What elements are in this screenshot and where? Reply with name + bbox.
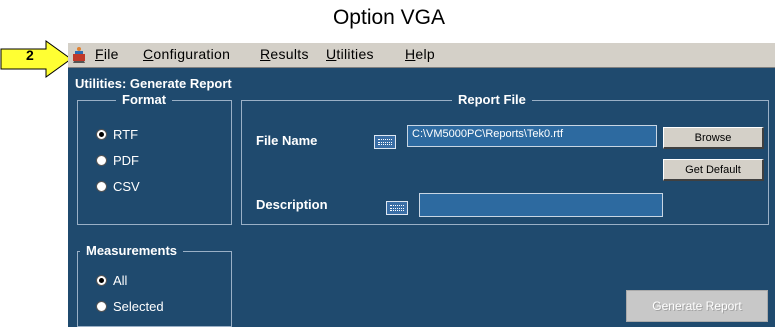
menu-results[interactable]: Results xyxy=(260,46,309,62)
format-option-rtf-label: RTF xyxy=(113,127,139,142)
panel-title: Utilities: Generate Report xyxy=(75,76,232,91)
menu-configuration[interactable]: Configuration xyxy=(143,46,230,62)
menu-utilities-mnemonic: U xyxy=(326,46,337,62)
measurements-option-all[interactable]: All xyxy=(96,273,127,288)
format-option-pdf[interactable]: PDF xyxy=(96,153,139,168)
menu-results-mnemonic: R xyxy=(260,46,271,62)
measurements-group-label: Measurements xyxy=(80,243,184,258)
radio-unchecked-icon xyxy=(96,155,107,166)
radio-checked-icon xyxy=(96,275,107,286)
format-option-csv[interactable]: CSV xyxy=(96,179,140,194)
menu-results-label: esults xyxy=(270,46,309,62)
description-input[interactable] xyxy=(419,193,663,217)
menu-file[interactable]: File xyxy=(95,46,119,62)
menu-configuration-label: onfiguration xyxy=(153,46,231,62)
browse-button[interactable]: Browse xyxy=(663,127,764,149)
file-name-input[interactable]: C:\VM5000PC\Reports\Tek0.rtf xyxy=(407,125,657,147)
figure-caption: Option VGA xyxy=(332,6,446,29)
format-group-label: Format xyxy=(116,92,173,107)
measurements-option-all-label: All xyxy=(113,273,128,288)
radio-unchecked-icon xyxy=(96,301,107,312)
report-file-group-label: Report File xyxy=(452,92,532,107)
format-group: Format RTF PDF CSV xyxy=(77,92,232,225)
format-option-csv-label: CSV xyxy=(113,179,140,194)
measurements-option-selected[interactable]: Selected xyxy=(96,299,164,314)
get-default-button[interactable]: Get Default xyxy=(663,159,764,181)
generate-report-button[interactable]: Generate Report xyxy=(626,290,768,322)
callout-arrow-icon xyxy=(0,40,72,78)
callout-number: 2 xyxy=(26,47,34,63)
menu-help-label: elp xyxy=(415,46,436,62)
file-name-label: File Name xyxy=(256,133,318,148)
radio-checked-icon xyxy=(96,129,107,140)
generate-report-panel: Utilities: Generate Report Format RTF PD… xyxy=(68,68,775,327)
menu-help-mnemonic: H xyxy=(405,46,416,62)
measurements-option-selected-label: Selected xyxy=(113,299,164,314)
menu-file-label: ile xyxy=(103,46,119,62)
format-option-rtf[interactable]: RTF xyxy=(96,127,138,142)
report-file-group: Report File File Name C:\VM5000PC\Report… xyxy=(241,92,769,225)
menu-help[interactable]: Help xyxy=(405,46,435,62)
format-option-pdf-label: PDF xyxy=(113,153,139,168)
menu-bar: File Configuration Results Utilities Hel… xyxy=(68,43,775,68)
measurements-group: Measurements All Selected xyxy=(77,243,232,327)
menu-utilities-label: tilities xyxy=(336,46,374,62)
menu-file-mnemonic: F xyxy=(95,46,104,62)
menu-configuration-mnemonic: C xyxy=(143,46,154,62)
menu-utilities[interactable]: Utilities xyxy=(326,46,374,62)
description-label: Description xyxy=(256,197,328,212)
radio-unchecked-icon xyxy=(96,181,107,192)
keyboard-icon[interactable] xyxy=(386,201,408,215)
keyboard-icon[interactable] xyxy=(374,135,396,149)
app-logo-icon[interactable] xyxy=(70,46,88,64)
